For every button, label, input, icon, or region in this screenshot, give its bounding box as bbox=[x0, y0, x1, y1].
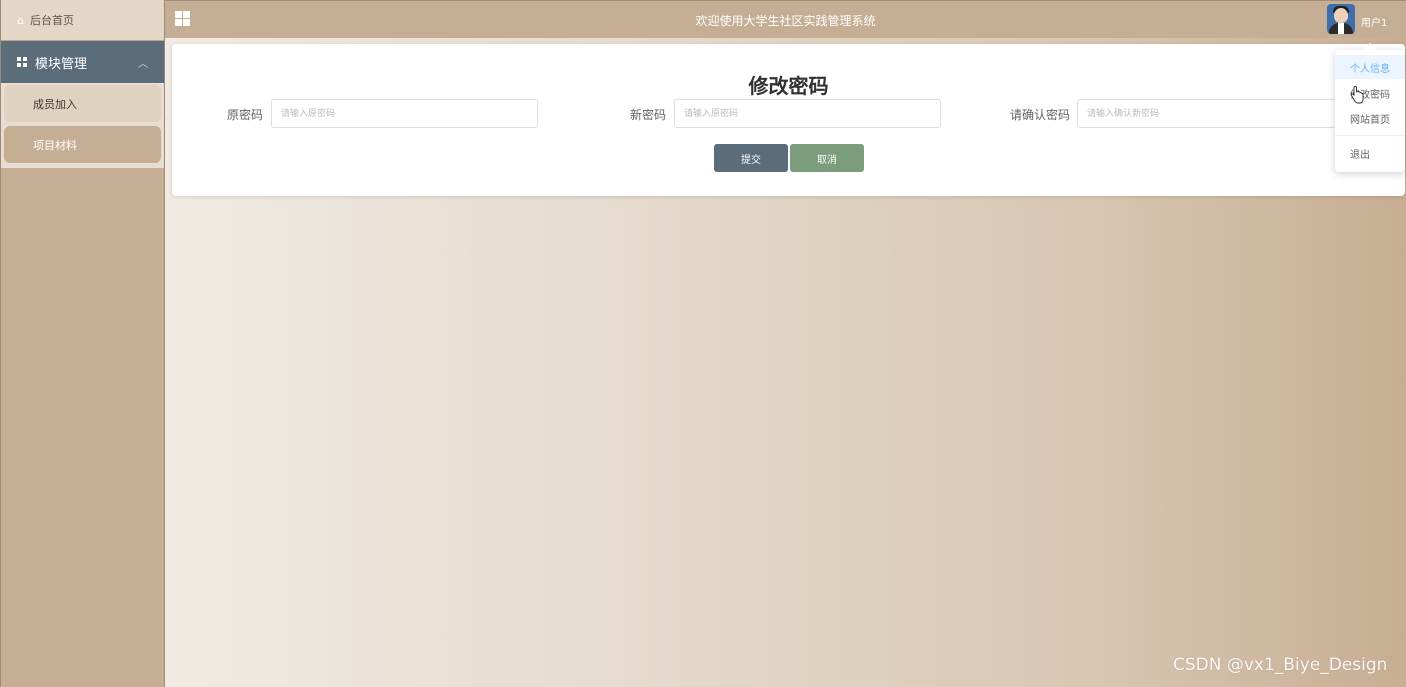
page-title: 修改密码 bbox=[748, 74, 829, 98]
old-password-input[interactable] bbox=[271, 99, 538, 128]
dropdown-item-logout[interactable]: 退出 bbox=[1350, 146, 1370, 161]
submit-button[interactable]: 提交 bbox=[714, 144, 788, 172]
avatar[interactable] bbox=[1327, 4, 1355, 34]
change-password-card: 修改密码 原密码 新密码 请确认密码 提交 取消 bbox=[172, 44, 1405, 196]
header-title: 欢迎使用大学生社区实践管理系统 bbox=[695, 14, 876, 28]
dropdown-item-profile[interactable]: 个人信息 bbox=[1350, 60, 1390, 75]
sidebar-item-member-join[interactable]: 成员加入 bbox=[4, 85, 161, 122]
hand-cursor-icon bbox=[1350, 86, 1364, 104]
user-dropdown-menu: 个人信息 修改密码 网站首页 退出 bbox=[1335, 42, 1405, 172]
sidebar-item-label: 项目材料 bbox=[33, 138, 77, 152]
top-header: 欢迎使用大学生社区实践管理系统 用户1 bbox=[165, 0, 1406, 38]
old-password-label: 原密码 bbox=[227, 108, 264, 122]
cancel-button[interactable]: 取消 bbox=[790, 144, 864, 172]
watermark: CSDN @vx1_Biye_Design bbox=[1173, 655, 1388, 675]
confirm-password-input[interactable] bbox=[1077, 99, 1337, 128]
sidebar-home-link[interactable]: ⌂ 后台首页 bbox=[1, 0, 164, 41]
new-password-label: 新密码 bbox=[630, 108, 667, 122]
username[interactable]: 用户1 bbox=[1361, 14, 1387, 29]
sidebar-item-project-materials[interactable]: 项目材料 bbox=[4, 126, 161, 163]
dropdown-item-site-home[interactable]: 网站首页 bbox=[1350, 111, 1390, 126]
confirm-password-label: 请确认密码 bbox=[1010, 108, 1071, 122]
sidebar-group-module-management[interactable]: 模块管理 ︿ bbox=[1, 41, 164, 83]
sidebar-home-label: 后台首页 bbox=[29, 14, 74, 27]
sidebar-submenu: 成员加入 项目材料 bbox=[1, 83, 164, 168]
sidebar-item-label: 成员加入 bbox=[33, 97, 77, 111]
chevron-up-icon: ︿ bbox=[138, 58, 148, 70]
sidebar-group-label: 模块管理 bbox=[35, 56, 88, 72]
new-password-input[interactable] bbox=[674, 99, 941, 128]
sidebar: ⌂ 后台首页 模块管理 ︿ 成员加入 项目材料 bbox=[0, 0, 165, 687]
home-icon: ⌂ bbox=[17, 13, 24, 27]
grid-icon bbox=[17, 57, 27, 67]
dropdown-divider bbox=[1335, 135, 1405, 136]
